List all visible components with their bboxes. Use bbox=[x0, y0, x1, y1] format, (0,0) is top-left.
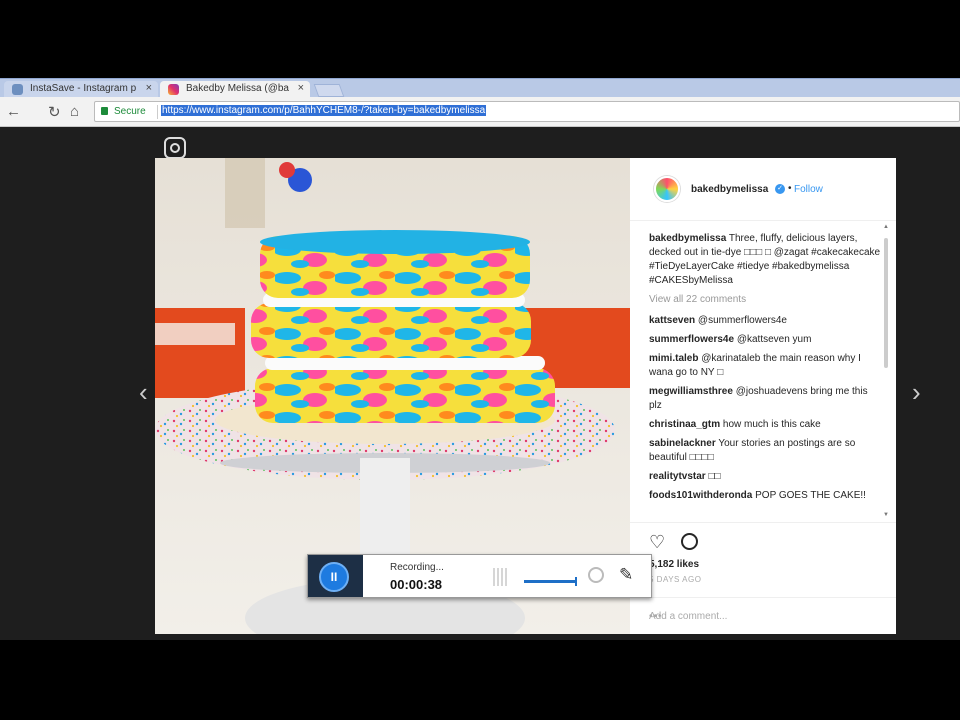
verified-badge-icon: ✓ bbox=[775, 184, 785, 194]
list-item: summerflowers4e @kattseven yum bbox=[649, 333, 881, 347]
comment-username[interactable]: sabinelackner bbox=[649, 438, 716, 449]
comment-username[interactable]: mimi.taleb bbox=[649, 353, 698, 364]
new-tab-button[interactable] bbox=[313, 84, 345, 97]
address-bar[interactable]: Secure https://www.instagram.com/p/BahhY… bbox=[94, 101, 960, 122]
comment-scrollbar[interactable]: ▲ ▼ bbox=[882, 224, 890, 518]
screen-recorder-widget: II Recording... 00:00:38 ✎ bbox=[307, 554, 652, 598]
list-item: realitytvstar □□ bbox=[649, 470, 881, 484]
heart-icon[interactable]: ♡ bbox=[649, 532, 665, 553]
scrollbar-thumb[interactable] bbox=[884, 238, 888, 368]
separator-dot: • bbox=[788, 183, 792, 194]
comment-text: POP GOES THE CAKE!! bbox=[755, 490, 866, 501]
list-item: megwilliamsthree @joshuadevens bring me … bbox=[649, 385, 881, 413]
tab-label: Bakedby Melissa (@ba bbox=[186, 83, 289, 94]
tab-instasave[interactable]: InstaSave - Instagram p × bbox=[4, 81, 158, 98]
letterbox-top bbox=[0, 0, 960, 78]
post-timestamp: 5 DAYS AGO bbox=[649, 575, 702, 584]
secure-label: Secure bbox=[114, 106, 146, 117]
comment-username[interactable]: foods101withderonda bbox=[649, 490, 752, 501]
prev-post-arrow-icon[interactable]: ‹ bbox=[139, 377, 148, 408]
comment-list[interactable]: bakedbymelissa Three, fluffy, delicious … bbox=[649, 232, 881, 517]
comment-username[interactable]: megwilliamsthree bbox=[649, 386, 733, 397]
recording-status: Recording... bbox=[390, 562, 444, 573]
back-arrow-icon[interactable]: ← bbox=[6, 103, 21, 120]
browser-toolbar: ← ↻ ⌂ Secure https://www.instagram.com/p… bbox=[0, 97, 960, 127]
address-separator bbox=[157, 105, 158, 119]
instagram-logo-icon[interactable] bbox=[164, 137, 186, 159]
caption-comment: bakedbymelissa Three, fluffy, delicious … bbox=[649, 232, 881, 288]
comment-username[interactable]: realitytvstar bbox=[649, 471, 706, 482]
browser-tab-bar: InstaSave - Instagram p × Bakedby Meliss… bbox=[0, 78, 960, 98]
instagram-favicon-icon bbox=[168, 84, 179, 95]
list-item: kattseven @summerflowers4e bbox=[649, 314, 881, 328]
comment-bubble-icon[interactable] bbox=[681, 533, 698, 550]
home-icon[interactable]: ⌂ bbox=[70, 103, 79, 120]
comment-username[interactable]: summerflowers4e bbox=[649, 334, 734, 345]
tab-bakedbymelissa[interactable]: Bakedby Melissa (@ba × bbox=[160, 81, 310, 98]
post-actions: ♡ 5,182 likes 5 DAYS AGO Add a comment..… bbox=[630, 522, 896, 634]
tab-label: InstaSave - Instagram p bbox=[30, 83, 137, 94]
webcam-icon[interactable] bbox=[588, 567, 604, 583]
follow-button[interactable]: Follow bbox=[794, 184, 823, 195]
add-comment-field[interactable]: Add a comment... ••• bbox=[630, 597, 896, 635]
comment-text: @kattseven yum bbox=[736, 334, 812, 345]
lock-icon bbox=[101, 107, 108, 115]
close-tab-icon[interactable]: × bbox=[298, 82, 304, 94]
list-item: christinaa_gtm how much is this cake bbox=[649, 418, 881, 432]
list-item: foods101withderonda POP GOES THE CAKE!! bbox=[649, 489, 881, 503]
instasave-favicon-icon bbox=[12, 84, 23, 95]
letterbox-bottom bbox=[0, 640, 960, 720]
post-side-panel: bakedbymelissa ✓ • Follow bakedbymelissa… bbox=[630, 158, 896, 634]
comment-text: how much is this cake bbox=[722, 419, 821, 430]
next-post-arrow-icon[interactable]: › bbox=[912, 377, 921, 408]
volume-slider[interactable] bbox=[524, 577, 577, 586]
scroll-down-icon[interactable]: ▼ bbox=[883, 512, 889, 518]
comment-text: @summerflowers4e bbox=[697, 315, 787, 326]
comment-username[interactable]: kattseven bbox=[649, 315, 695, 326]
reload-icon[interactable]: ↻ bbox=[48, 103, 61, 121]
list-item: sabinelackner Your stories an postings a… bbox=[649, 437, 881, 465]
list-item: mimi.taleb @karinataleb the main reason … bbox=[649, 352, 881, 380]
likes-count[interactable]: 5,182 likes bbox=[649, 559, 699, 570]
pen-icon[interactable]: ✎ bbox=[619, 565, 633, 585]
recording-timer: 00:00:38 bbox=[390, 577, 443, 592]
comment-username[interactable]: christinaa_gtm bbox=[649, 419, 720, 430]
view-all-comments-link[interactable]: View all 22 comments bbox=[649, 293, 881, 307]
drag-handle[interactable] bbox=[493, 568, 507, 586]
avatar[interactable] bbox=[654, 176, 680, 202]
comment-text: □□ bbox=[708, 471, 721, 482]
close-tab-icon[interactable]: × bbox=[146, 82, 152, 94]
post-author-username[interactable]: bakedbymelissa bbox=[691, 184, 768, 195]
recorder-control-area: II bbox=[308, 555, 363, 597]
post-header: bakedbymelissa ✓ • Follow bbox=[630, 158, 896, 221]
comment-username[interactable]: bakedbymelissa bbox=[649, 233, 726, 244]
more-options-icon[interactable]: ••• bbox=[649, 611, 877, 622]
scroll-up-icon[interactable]: ▲ bbox=[883, 224, 889, 230]
url-text[interactable]: https://www.instagram.com/p/BahhYCHEM8-/… bbox=[161, 105, 487, 116]
pause-recording-button[interactable]: II bbox=[319, 562, 349, 592]
